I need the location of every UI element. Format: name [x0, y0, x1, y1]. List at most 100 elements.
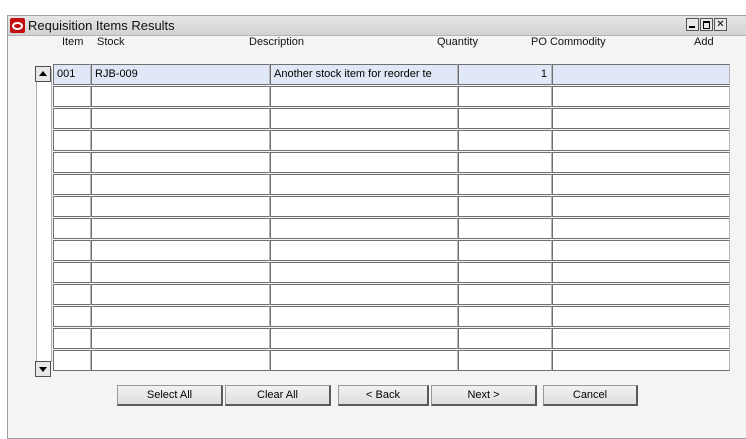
- po-commodity-cell[interactable]: [552, 262, 730, 283]
- description-cell[interactable]: [270, 284, 458, 305]
- close-button[interactable]: ✕: [714, 18, 727, 31]
- quantity-cell[interactable]: [458, 196, 552, 217]
- item-cell[interactable]: [53, 262, 91, 283]
- quantity-cell[interactable]: [458, 86, 552, 107]
- quantity-cell[interactable]: [458, 240, 552, 261]
- next-button[interactable]: Next >: [431, 385, 537, 406]
- column-header-po-commodity: PO Commodity: [531, 36, 606, 48]
- table-row: 001 RJB-009 Another stock item for reord…: [53, 64, 730, 86]
- column-header-stock: Stock: [97, 36, 125, 48]
- quantity-cell[interactable]: [458, 108, 552, 129]
- title-bar[interactable]: Requisition Items Results ✕: [8, 16, 746, 36]
- po-commodity-cell[interactable]: [552, 86, 730, 107]
- po-commodity-cell[interactable]: [552, 240, 730, 261]
- table-row: [53, 152, 730, 174]
- stock-cell[interactable]: [91, 86, 270, 107]
- table-row: [53, 174, 730, 196]
- po-commodity-cell[interactable]: [552, 64, 730, 85]
- table-row: [53, 262, 730, 284]
- stock-cell[interactable]: [91, 174, 270, 195]
- quantity-cell[interactable]: [458, 262, 552, 283]
- description-cell[interactable]: [270, 174, 458, 195]
- scroll-up-button[interactable]: [35, 66, 51, 82]
- item-cell[interactable]: [53, 196, 91, 217]
- table-row: [53, 240, 730, 262]
- item-cell[interactable]: [53, 86, 91, 107]
- item-cell[interactable]: [53, 328, 91, 349]
- stock-cell[interactable]: [91, 130, 270, 151]
- quantity-cell[interactable]: [458, 350, 552, 371]
- quantity-cell[interactable]: [458, 306, 552, 327]
- quantity-cell[interactable]: [458, 218, 552, 239]
- stock-cell[interactable]: [91, 306, 270, 327]
- column-header-item: Item: [62, 36, 84, 48]
- description-cell[interactable]: Another stock item for reorder te: [270, 64, 458, 85]
- table-row: [53, 284, 730, 306]
- arrow-up-icon: [39, 71, 47, 76]
- description-cell[interactable]: [270, 262, 458, 283]
- description-cell[interactable]: [270, 306, 458, 327]
- po-commodity-cell[interactable]: [552, 196, 730, 217]
- table-row: [53, 328, 730, 350]
- po-commodity-cell[interactable]: [552, 174, 730, 195]
- stock-cell[interactable]: [91, 196, 270, 217]
- stock-cell[interactable]: [91, 152, 270, 173]
- stock-cell[interactable]: [91, 350, 270, 371]
- po-commodity-cell[interactable]: [552, 284, 730, 305]
- select-all-button[interactable]: Select All: [117, 385, 223, 406]
- column-header-quantity: Quantity: [437, 36, 478, 48]
- quantity-cell[interactable]: [458, 328, 552, 349]
- quantity-cell[interactable]: [458, 130, 552, 151]
- table-row: [53, 218, 730, 240]
- back-button[interactable]: < Back: [338, 385, 429, 406]
- vertical-scrollbar[interactable]: [36, 69, 52, 362]
- description-cell[interactable]: [270, 152, 458, 173]
- cancel-button[interactable]: Cancel: [543, 385, 638, 406]
- window-title: Requisition Items Results: [28, 18, 175, 33]
- po-commodity-cell[interactable]: [552, 306, 730, 327]
- po-commodity-cell[interactable]: [552, 350, 730, 371]
- quantity-cell[interactable]: 1: [458, 64, 552, 85]
- description-cell[interactable]: [270, 240, 458, 261]
- description-cell[interactable]: [270, 350, 458, 371]
- po-commodity-cell[interactable]: [552, 130, 730, 151]
- oracle-app-icon: [10, 18, 25, 33]
- item-cell[interactable]: 001: [53, 64, 91, 85]
- quantity-cell[interactable]: [458, 284, 552, 305]
- item-cell[interactable]: [53, 350, 91, 371]
- item-cell[interactable]: [53, 108, 91, 129]
- description-cell[interactable]: [270, 218, 458, 239]
- item-cell[interactable]: [53, 152, 91, 173]
- maximize-button[interactable]: [700, 18, 713, 31]
- description-cell[interactable]: [270, 86, 458, 107]
- description-cell[interactable]: [270, 196, 458, 217]
- stock-cell[interactable]: [91, 240, 270, 261]
- item-cell[interactable]: [53, 218, 91, 239]
- description-cell[interactable]: [270, 108, 458, 129]
- quantity-cell[interactable]: [458, 152, 552, 173]
- item-cell[interactable]: [53, 130, 91, 151]
- item-cell[interactable]: [53, 174, 91, 195]
- quantity-cell[interactable]: [458, 174, 552, 195]
- po-commodity-cell[interactable]: [552, 152, 730, 173]
- stock-cell[interactable]: [91, 108, 270, 129]
- stock-cell[interactable]: RJB-009: [91, 64, 270, 85]
- stock-cell[interactable]: [91, 262, 270, 283]
- item-cell[interactable]: [53, 306, 91, 327]
- scroll-down-button[interactable]: [35, 361, 51, 377]
- item-cell[interactable]: [53, 284, 91, 305]
- table-row: [53, 350, 730, 372]
- po-commodity-cell[interactable]: [552, 328, 730, 349]
- minimize-button[interactable]: [686, 18, 699, 31]
- description-cell[interactable]: [270, 130, 458, 151]
- stock-cell[interactable]: [91, 328, 270, 349]
- stock-cell[interactable]: [91, 284, 270, 305]
- table-row: [53, 130, 730, 152]
- description-cell[interactable]: [270, 328, 458, 349]
- po-commodity-cell[interactable]: [552, 218, 730, 239]
- po-commodity-cell[interactable]: [552, 108, 730, 129]
- item-cell[interactable]: [53, 240, 91, 261]
- table-row: [53, 108, 730, 130]
- stock-cell[interactable]: [91, 218, 270, 239]
- clear-all-button[interactable]: Clear All: [225, 385, 331, 406]
